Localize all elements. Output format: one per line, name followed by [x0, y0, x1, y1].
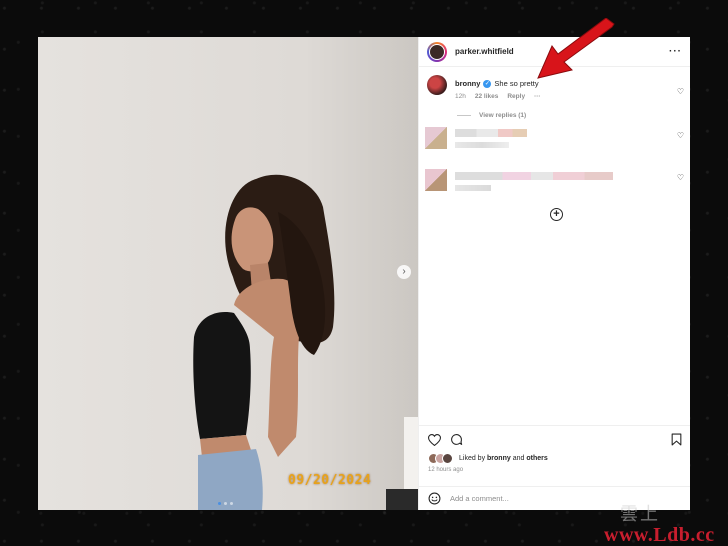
commenter-avatar[interactable]: [427, 75, 447, 95]
post-username[interactable]: parker.whitfield: [455, 47, 514, 56]
comment-likes[interactable]: 22 likes: [475, 93, 499, 100]
watermark-cjk: 雲上: [620, 504, 660, 525]
heart-icon[interactable]: ♡: [677, 87, 684, 96]
chevron-right-icon[interactable]: ›: [397, 265, 411, 279]
comment-text: She so pretty: [494, 79, 539, 88]
post-photo[interactable]: 09/20/2024 ›: [38, 37, 418, 510]
liked-user-link[interactable]: bronny: [487, 455, 511, 462]
plus-circle-icon[interactable]: +: [550, 208, 563, 221]
bookmark-icon[interactable]: [671, 433, 682, 446]
heart-icon[interactable]: ♡: [677, 173, 684, 182]
watermark-url: www.Ldb.cc: [604, 524, 715, 546]
view-replies-button[interactable]: View replies (1): [457, 112, 690, 119]
comments-panel: parker.whitfield ··· bronny ✓ She so pre…: [418, 37, 690, 510]
heart-icon[interactable]: ♡: [677, 131, 684, 140]
carousel-dot: [230, 502, 233, 505]
pixelated-comment: ♡: [419, 169, 690, 205]
comment-bubble-icon[interactable]: [450, 433, 463, 446]
comment-time: 12h: [455, 93, 466, 100]
woman-portrait-image: [38, 37, 418, 510]
liked-by: Liked by bronny and others: [428, 453, 682, 464]
carousel-dot: [218, 502, 221, 505]
divider: [457, 115, 471, 116]
liked-avatars: [428, 453, 453, 464]
avatar[interactable]: [427, 41, 447, 62]
heart-icon[interactable]: [428, 433, 441, 446]
liked-and: and: [512, 455, 525, 462]
annotation-arrow-icon: [537, 18, 615, 79]
comment-username[interactable]: bronny: [455, 79, 480, 88]
emoji-icon[interactable]: [428, 492, 441, 505]
post-time: 12 hours ago: [428, 467, 464, 473]
photo-date-stamp: 09/20/2024: [288, 473, 372, 488]
comment-input[interactable]: Add a comment...: [450, 494, 509, 503]
more-horizontal-icon[interactable]: ···: [534, 93, 541, 100]
carousel-dot: [224, 502, 227, 505]
carousel-indicator: [218, 502, 233, 505]
post-actions: Liked by bronny and others 12 hours ago: [419, 425, 690, 473]
liked-prefix: Liked by: [459, 455, 486, 462]
more-horizontal-icon[interactable]: ···: [669, 46, 682, 57]
instagram-post: 09/20/2024 › parker.whitfield ··· bronny…: [38, 37, 690, 510]
verified-badge-icon: ✓: [483, 79, 492, 88]
view-replies-label: View replies (1): [479, 112, 527, 119]
reply-button[interactable]: Reply: [507, 93, 525, 100]
liked-others-link[interactable]: others: [526, 455, 547, 462]
pixelated-comment: ♡: [419, 127, 690, 163]
